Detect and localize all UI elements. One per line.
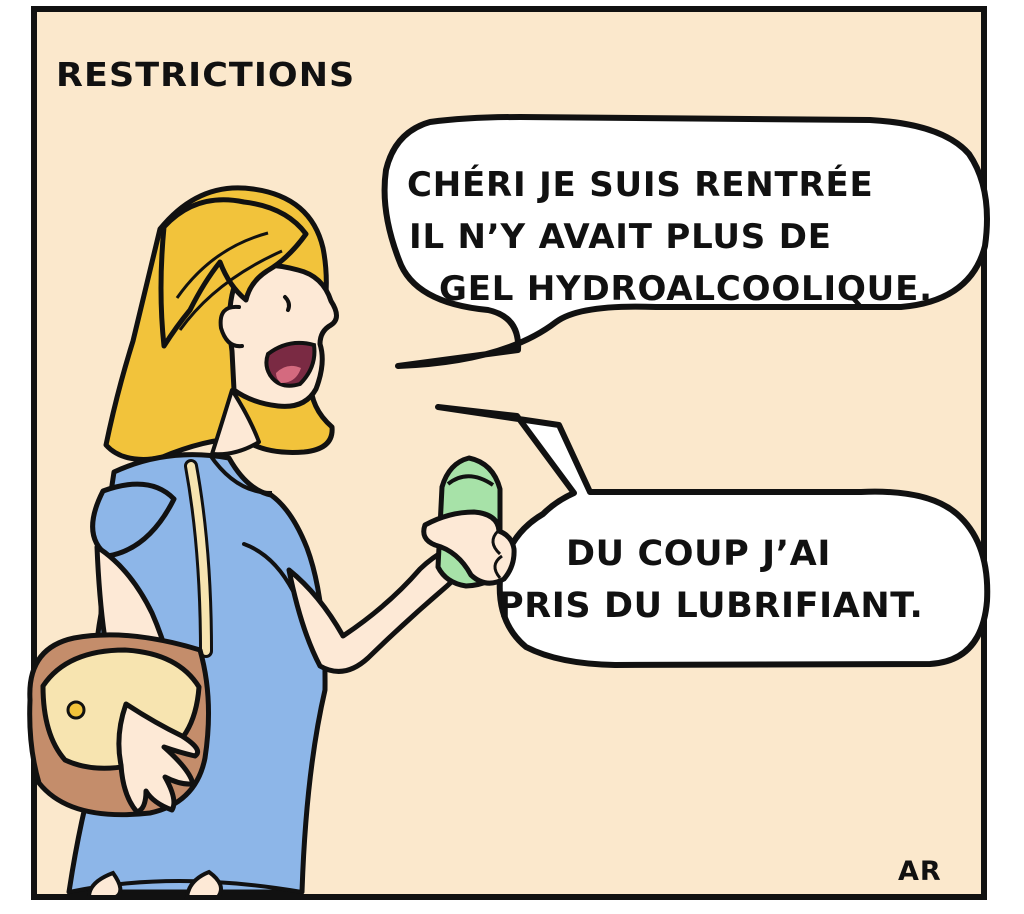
- speech-bubble-1-text: CHÉRI JE SUIS RENTRÉE IL N’Y AVAIT PLUS …: [407, 168, 933, 324]
- comic-panel: RESTRICTIONS CHÉRI JE SUIS RENTRÉE IL N’…: [0, 0, 1024, 914]
- bag-button: [66, 700, 86, 720]
- speech-line: IL N’Y AVAIT PLUS DE: [409, 217, 832, 257]
- speech-bubble-2-text: DU COUP J’AI PRIS DU LUBRIFIANT.: [498, 534, 923, 641]
- speech-line: PRIS DU LUBRIFIANT.: [498, 586, 924, 626]
- comic-illustration: [27, 6, 991, 900]
- comic-title: RESTRICTIONS: [56, 55, 356, 94]
- speech-line: CHÉRI JE SUIS RENTRÉE: [407, 165, 874, 205]
- speech-line: GEL HYDROALCOOLIQUE.: [439, 269, 933, 309]
- speech-line: DU COUP J’AI: [566, 534, 831, 574]
- artist-signature: AR: [898, 856, 942, 887]
